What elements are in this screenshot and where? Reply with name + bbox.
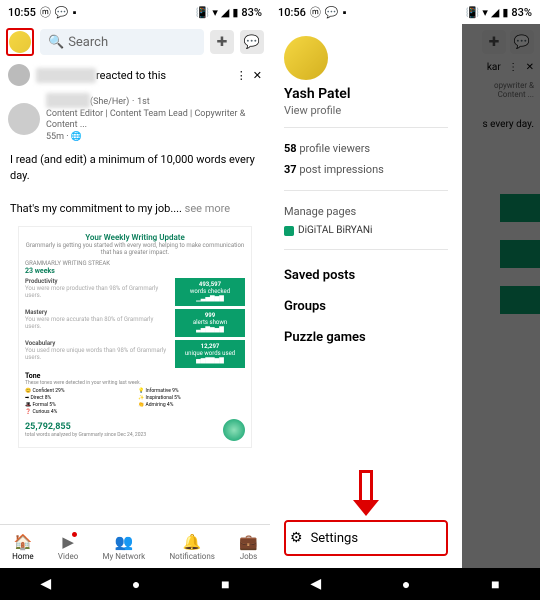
recents-button[interactable]: ■ <box>491 576 499 593</box>
post-line: I read (and edit) a minimum of 10,000 wo… <box>10 152 260 185</box>
signal-icon: ◢ <box>221 6 229 19</box>
nav-network[interactable]: 👥My Network <box>103 533 146 561</box>
drawer-settings[interactable]: ⚙ Settings <box>284 520 448 556</box>
highlight-avatar <box>6 28 34 56</box>
post-body: I read (and edit) a minimum of 10,000 wo… <box>0 148 270 222</box>
profile-avatar[interactable] <box>9 31 31 53</box>
status-icon: ▪ <box>73 6 77 19</box>
status-bar: 10:56 ⓜ💬▪ 📳▾◢▮ 83% <box>270 0 540 24</box>
video-icon: ▶ <box>62 533 74 551</box>
home-icon: 🏠 <box>14 533 33 551</box>
screenshot-left: 10:55 ⓜ 💬 ▪ 📳 ▾ ◢ ▮ 83% 🔍 Search ✚ 💬 <box>0 0 270 600</box>
home-button[interactable]: ● <box>402 576 410 593</box>
drawer-puzzle-games[interactable]: Puzzle games <box>284 330 448 345</box>
messages-button[interactable]: 💬 <box>240 30 264 54</box>
nav-home[interactable]: 🏠Home <box>12 533 34 561</box>
post-impressions[interactable]: 37 post impressions <box>284 163 448 176</box>
gear-icon: ⚙ <box>290 530 303 546</box>
nav-video[interactable]: ▶Video <box>58 533 78 561</box>
nav-jobs[interactable]: 💼Jobs <box>239 533 258 561</box>
screenshot-right: 10:56 ⓜ💬▪ 📳▾◢▮ 83% ✚ 💬 kar ⋮ ✕ opywriter… <box>270 0 540 600</box>
back-button[interactable]: ◀ <box>310 576 321 592</box>
vibrate-icon: 📳 <box>196 6 210 19</box>
status-icon: 💬 <box>55 6 69 19</box>
manage-pages[interactable]: Manage pages <box>284 205 448 218</box>
home-button[interactable]: ● <box>132 576 140 593</box>
compose-button[interactable]: ✚ <box>210 30 234 54</box>
nav-notifications[interactable]: 🔔Notifications <box>169 533 214 561</box>
reaction-row[interactable]: reacted to this ⋮ ✕ <box>0 60 270 90</box>
annotation-arrow <box>353 470 379 520</box>
report-subtitle: Grammarly is getting you started with ev… <box>25 242 245 256</box>
drawer-user-name: Yash Patel <box>284 86 448 102</box>
reaction-suffix: reacted to this <box>96 69 166 82</box>
post-image[interactable]: Your Weekly Writing Update Grammarly is … <box>18 226 252 448</box>
status-time: 10:56 <box>278 6 306 19</box>
android-nav: ◀ ● ■ <box>0 568 270 600</box>
android-nav: ◀ ● ■ <box>270 568 540 600</box>
search-icon: 🔍 <box>48 35 64 50</box>
page-icon <box>284 226 294 236</box>
view-profile-link[interactable]: View profile <box>284 104 448 117</box>
author-name-blurred <box>46 93 90 108</box>
profile-drawer: Yash Patel View profile 58 profile viewe… <box>270 24 462 568</box>
status-time: 10:55 <box>8 6 36 19</box>
bell-icon: 🔔 <box>183 533 202 551</box>
network-icon: 👥 <box>115 533 134 551</box>
battery-pct: 83% <box>241 6 262 19</box>
top-bar: 🔍 Search ✚ 💬 <box>0 24 270 60</box>
status-bar: 10:55 ⓜ 💬 ▪ 📳 ▾ ◢ ▮ 83% <box>0 0 270 24</box>
report-title: Your Weekly Writing Update <box>25 233 245 242</box>
recents-button[interactable]: ■ <box>221 576 229 593</box>
author-avatar <box>8 103 40 135</box>
drawer-avatar[interactable] <box>284 36 328 80</box>
battery-icon: ▮ <box>232 6 238 19</box>
reactor-name-blurred <box>36 68 96 83</box>
profile-viewers[interactable]: 58 profile viewers <box>284 142 448 155</box>
search-input[interactable]: 🔍 Search <box>40 29 204 55</box>
see-more[interactable]: see more <box>185 202 230 215</box>
back-button[interactable]: ◀ <box>40 576 51 592</box>
author-headline: Content Editor | Content Team Lead | Cop… <box>46 109 262 132</box>
jobs-icon: 💼 <box>239 533 258 551</box>
post-line: That's my commitment to my job.... <box>10 202 182 215</box>
drawer-groups[interactable]: Groups <box>284 299 448 314</box>
more-icon[interactable]: ⋮ <box>236 69 247 82</box>
drawer-scrim[interactable] <box>462 24 540 568</box>
post-author-row[interactable]: (She/Her) · 1st Content Editor | Content… <box>0 90 270 148</box>
drawer-saved-posts[interactable]: Saved posts <box>284 268 448 283</box>
search-placeholder: Search <box>68 35 108 50</box>
reactor-avatar <box>8 64 30 86</box>
settings-label: Settings <box>311 531 358 546</box>
close-icon[interactable]: ✕ <box>253 69 262 82</box>
feed: reacted to this ⋮ ✕ (She/Her) · 1st Cont… <box>0 60 270 524</box>
page-link[interactable]: DiGiTAL BiRYANi <box>284 225 448 236</box>
bottom-nav: 🏠Home ▶Video 👥My Network 🔔Notifications … <box>0 524 270 568</box>
status-icon: ⓜ <box>40 4 51 20</box>
wifi-icon: ▾ <box>212 6 218 19</box>
globe-icon <box>223 419 245 441</box>
